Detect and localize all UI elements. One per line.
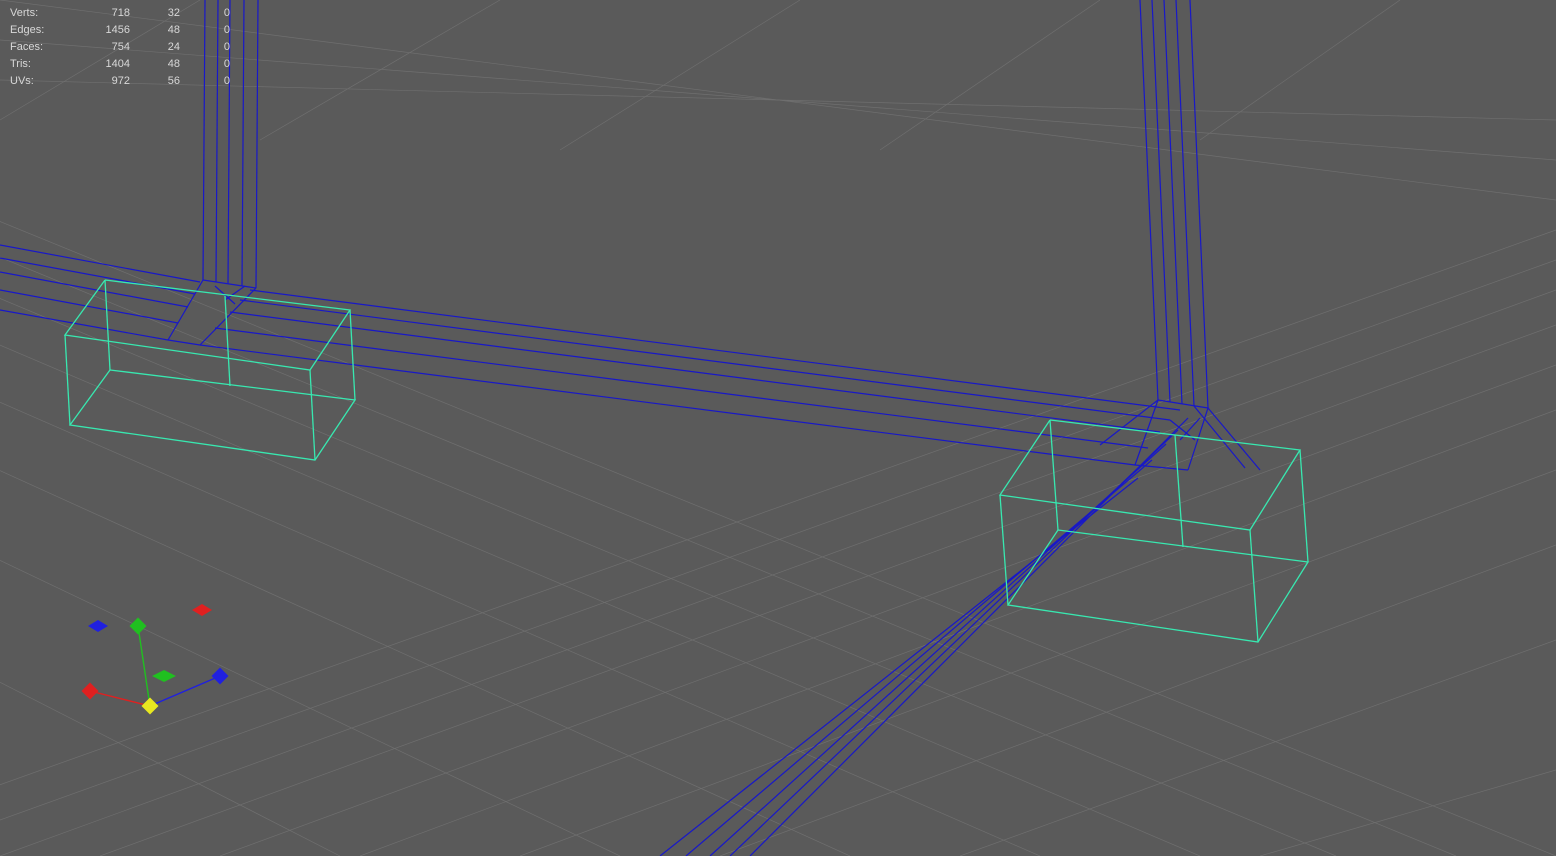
- axis-x-line: [90, 691, 150, 706]
- axis-x-handle-icon[interactable]: [82, 683, 99, 700]
- stats-row-edges: Edges: 1456 48 0: [10, 21, 230, 38]
- axis-plane-markers: [88, 604, 212, 682]
- axis-y-line: [138, 626, 150, 706]
- poly-stats-hud: Verts: 718 32 0 Edges: 1456 48 0 Faces: …: [10, 4, 230, 89]
- stats-row-uvs: UVs: 972 56 0: [10, 72, 230, 89]
- axis-plane-yz-icon[interactable]: [192, 604, 212, 616]
- stats-row-verts: Verts: 718 32 0: [10, 4, 230, 21]
- stats-row-tris: Tris: 1404 48 0: [10, 55, 230, 72]
- view-axis-gizmo[interactable]: [60, 576, 240, 756]
- axis-z-handle-icon[interactable]: [212, 668, 229, 685]
- viewport-3d[interactable]: Verts: 718 32 0 Edges: 1456 48 0 Faces: …: [0, 0, 1556, 856]
- axis-plane-xz-icon[interactable]: [152, 670, 176, 682]
- stats-value-total: 718: [70, 7, 130, 19]
- stats-value-extra: 0: [180, 7, 230, 19]
- stats-value-selected: 32: [130, 7, 180, 19]
- stats-row-faces: Faces: 754 24 0: [10, 38, 230, 55]
- axis-z-line: [150, 676, 220, 706]
- stats-label: Verts:: [10, 7, 70, 19]
- axis-end-handles: [82, 618, 229, 715]
- axis-origin-handle-icon[interactable]: [142, 698, 159, 715]
- axis-y-handle-icon[interactable]: [130, 618, 147, 635]
- axis-plane-xy-icon[interactable]: [88, 620, 108, 632]
